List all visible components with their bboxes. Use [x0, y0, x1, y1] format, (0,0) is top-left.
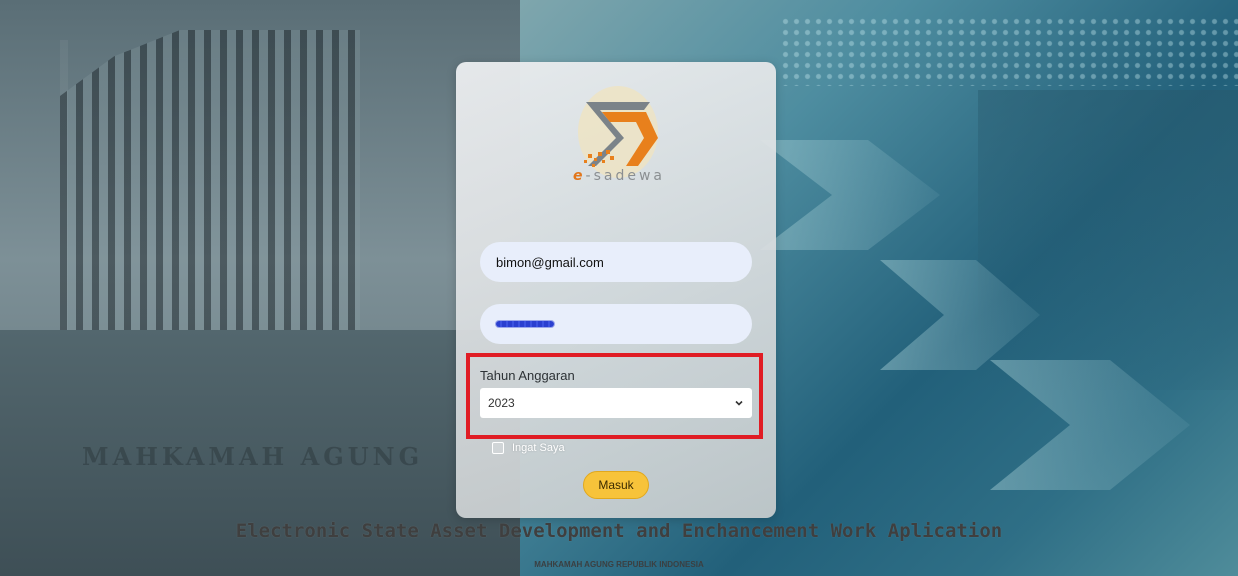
year-highlight-box — [466, 353, 763, 439]
login-button[interactable]: Masuk — [583, 471, 649, 499]
remember-checkbox[interactable] — [492, 442, 504, 454]
brand-name: e-sadewa — [564, 168, 674, 184]
brand-suffix: -sadewa — [585, 168, 665, 184]
login-screen: MAHKAMAH AGUNG e-sadewa bimon@gmail.com … — [0, 0, 1238, 576]
background-building: MAHKAMAH AGUNG — [0, 0, 520, 576]
email-field[interactable]: bimon@gmail.com — [480, 242, 752, 282]
org-name: MAHKAMAH AGUNG REPUBLIK INDONESIA — [534, 560, 704, 569]
remember-label: Ingat Saya — [512, 442, 565, 454]
background-dots — [780, 16, 1238, 86]
password-field[interactable] — [480, 304, 752, 344]
login-card: e-sadewa bimon@gmail.com Tahun Anggaran … — [456, 62, 776, 518]
background-streak — [978, 90, 1238, 390]
email-value: bimon@gmail.com — [496, 254, 604, 270]
app-tagline: Electronic State Asset Development and E… — [235, 520, 1003, 542]
password-mask — [496, 321, 554, 327]
remember-me[interactable]: Ingat Saya — [492, 442, 565, 454]
building-columns — [60, 30, 360, 360]
brand-prefix: e — [573, 168, 586, 184]
background-wordmark: MAHKAMAH AGUNG — [82, 442, 424, 471]
background-chevron — [760, 140, 940, 250]
